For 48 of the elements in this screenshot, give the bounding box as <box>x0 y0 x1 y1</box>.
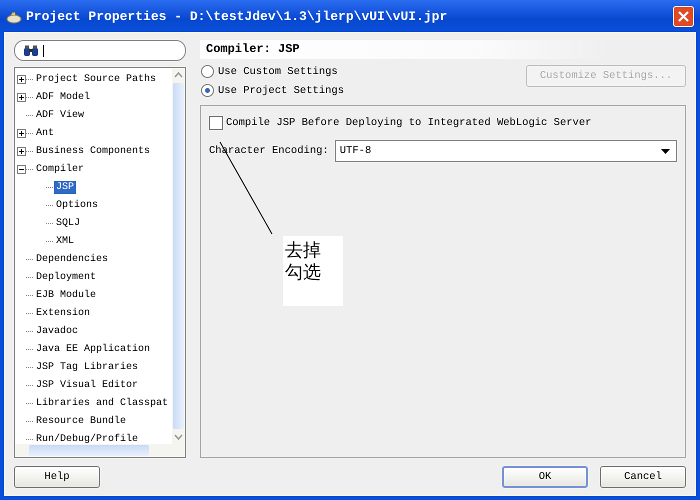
radio-option[interactable]: Use Custom Settings <box>201 65 344 78</box>
scroll-up-icon[interactable] <box>174 72 183 78</box>
radio-icon[interactable] <box>201 84 214 97</box>
annotation-note: 去掉勾选 <box>283 236 343 306</box>
tree-item[interactable]: JSP Tag Libraries <box>34 360 140 374</box>
tree-item[interactable]: XML <box>54 234 76 248</box>
scroll-down-icon[interactable] <box>174 434 183 440</box>
tree-item[interactable]: Dependencies <box>34 252 110 266</box>
tree-item[interactable]: Project Source Paths <box>34 72 158 86</box>
tree-item[interactable]: Options <box>54 198 100 212</box>
expand-icon[interactable] <box>17 128 26 138</box>
tree-item[interactable]: ADF View <box>34 108 86 122</box>
tree-item[interactable]: Resource Bundle <box>34 414 128 428</box>
text-cursor <box>43 44 44 56</box>
collapse-icon[interactable] <box>17 164 26 174</box>
horizontal-scrollbar[interactable] <box>15 444 185 457</box>
tree-item[interactable]: SQLJ <box>54 216 82 230</box>
tree-item[interactable]: EJB Module <box>34 288 98 302</box>
cancel-button[interactable]: Cancel <box>600 466 686 488</box>
tree-item[interactable]: Deployment <box>34 270 98 284</box>
expand-icon[interactable] <box>17 146 26 156</box>
dropdown-arrow-icon <box>661 148 670 154</box>
close-icon <box>678 10 689 22</box>
search-field[interactable] <box>14 40 186 61</box>
tree-item[interactable]: Javadoc <box>34 324 80 338</box>
tree-item[interactable]: Libraries and Classpat <box>34 396 170 410</box>
radio-option[interactable]: Use Project Settings <box>201 84 344 97</box>
window-title: Project Properties - D:\testJdev\1.3\jlerp\vUI\vUI.jpr <box>26 8 448 24</box>
checkbox[interactable] <box>209 116 223 130</box>
encoding-dropdown[interactable]: UTF-8 <box>334 140 677 162</box>
vertical-scrollbar[interactable] <box>172 68 185 444</box>
tree-item[interactable]: JSP <box>54 180 76 194</box>
help-button[interactable]: Help <box>14 466 100 488</box>
tree-item[interactable]: Compiler <box>34 162 86 176</box>
radio-icon[interactable] <box>201 65 214 78</box>
expand-icon[interactable] <box>17 92 26 102</box>
tree-item[interactable]: Extension <box>34 306 92 320</box>
tree-item[interactable]: JSP Visual Editor <box>34 378 140 392</box>
ok-button[interactable]: OK <box>502 466 588 488</box>
expand-icon[interactable] <box>17 74 26 84</box>
binoculars-icon <box>23 44 39 56</box>
close-button[interactable] <box>673 6 694 26</box>
tree-item[interactable]: Ant <box>34 126 56 140</box>
tree-item[interactable]: ADF Model <box>34 90 92 104</box>
checkbox-option[interactable]: Compile JSP Before Deploying to Integrated WebLogic Server <box>209 116 677 130</box>
tree-item[interactable]: Run/Debug/Profile <box>34 432 140 444</box>
tree-item[interactable]: Business Components <box>34 144 152 158</box>
tree-item[interactable]: Java EE Application <box>34 342 152 356</box>
